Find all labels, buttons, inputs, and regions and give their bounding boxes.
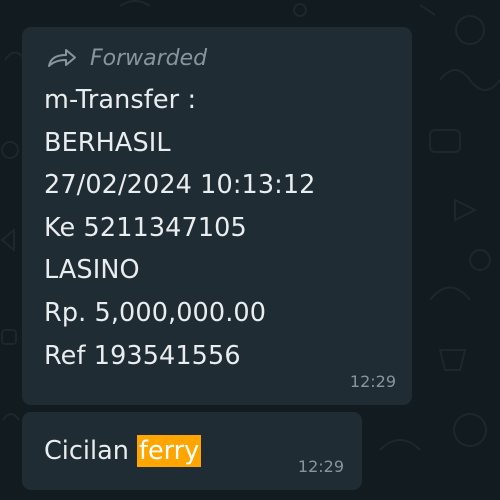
message-timestamp: 12:29	[297, 457, 344, 476]
message-line: 27/02/2024 10:13:12	[44, 170, 316, 201]
forwarded-message-bubble[interactable]: Forwarded m-Transfer : BERHASIL 27/02/20…	[22, 27, 412, 405]
forwarded-indicator: Forwarded	[44, 43, 392, 73]
message-timestamp: 12:29	[349, 372, 396, 391]
message-line: LASINO	[44, 255, 140, 286]
forwarded-label: Forwarded	[90, 45, 208, 71]
message-line: Rp. 5,000,000.00	[44, 297, 267, 328]
message-line: BERHASIL	[44, 127, 171, 158]
message-line: m-Transfer :	[44, 85, 197, 115]
forward-arrow-icon	[48, 49, 76, 67]
search-highlight: ferry	[136, 435, 202, 467]
message-text: m-Transfer : BERHASIL 27/02/2024 10:13:1…	[44, 79, 392, 377]
message-line: Ke 5211347105	[44, 212, 247, 243]
message-line: Ref 193541556	[44, 340, 241, 371]
message-text-plain: Cicilan	[44, 436, 137, 466]
message-bubble[interactable]: Cicilan ferry 12:29	[22, 412, 362, 490]
